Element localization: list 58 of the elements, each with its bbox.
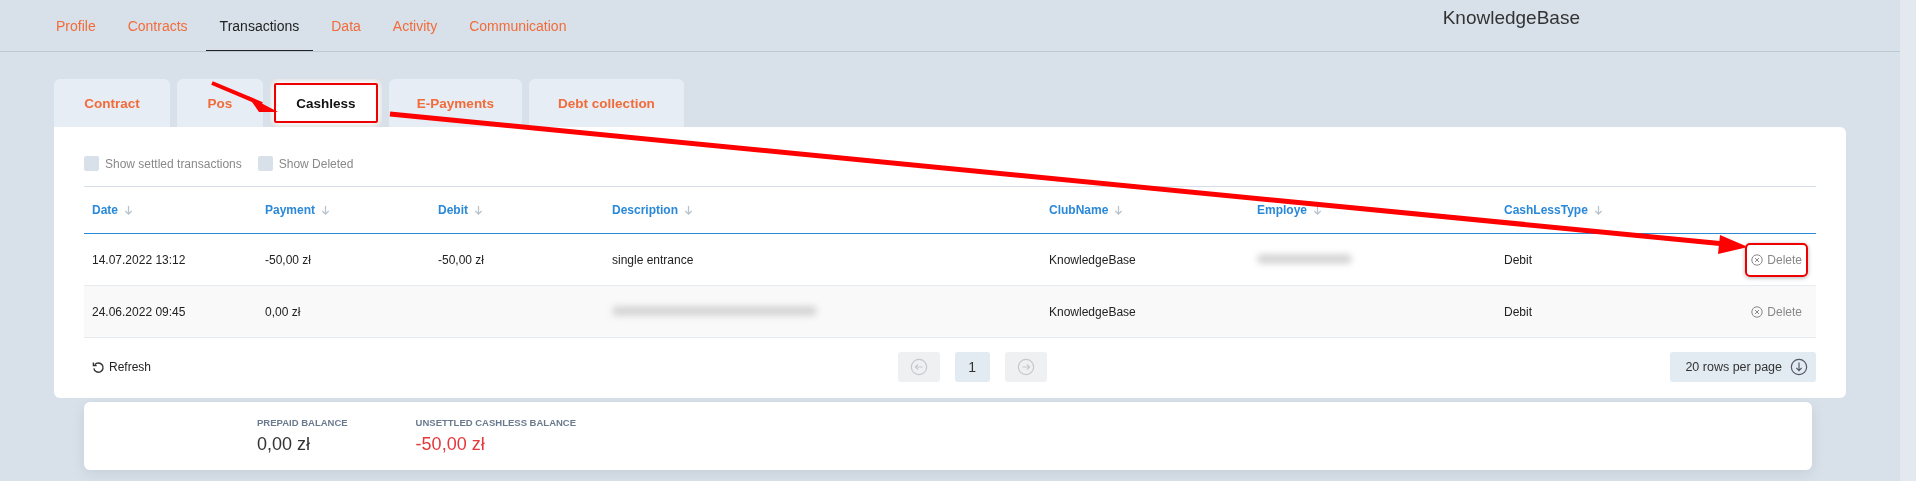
column-header[interactable]: Date [92,203,118,217]
checkbox[interactable] [84,156,99,171]
balance-value: 0,00 zł [257,434,312,455]
nav-tab[interactable]: Transactions [205,0,314,51]
table-cell: 14.07.2022 13:12 [92,252,186,267]
nav-tab[interactable]: Contracts [113,0,202,51]
scrollbar[interactable] [1900,0,1916,481]
column-header[interactable]: Payment [265,203,316,217]
right-arrow-circle-icon [1016,358,1035,376]
tab[interactable]: Contract [54,79,170,127]
table-cell: -50,00 zł [265,252,312,267]
table-cell: KnowledgeBase [1049,252,1136,267]
rows-per-page-dropdown[interactable]: 20 rows per page [1670,352,1816,382]
sort-arrow-icon[interactable] [1313,204,1322,216]
sort-arrow-icon[interactable] [684,204,693,216]
column-header[interactable]: ClubName [1049,203,1109,217]
refresh-button[interactable]: Refresh [84,360,160,374]
table-cell: -50,00 zł [438,252,485,267]
sort-arrow-icon[interactable] [474,204,483,216]
nav-tab[interactable]: Communication [455,0,581,51]
nav-tab[interactable]: Activity [378,0,452,51]
column-header[interactable]: Description [612,203,678,217]
nav-tab[interactable]: Profile [56,0,110,51]
home-club-name: KnowledgeBase [1442,7,1580,29]
left-arrow-circle-icon [909,358,928,376]
table-cell: Debit [1504,252,1532,267]
down-arrow-circle-icon [1790,358,1808,376]
balance-value: -50,00 zł [415,434,486,455]
tab[interactable]: Debt collection [529,79,684,127]
balance-label: PREPAID BALANCE [257,417,348,428]
tab[interactable]: Pos [177,79,263,127]
tab[interactable]: Cashless [270,79,382,127]
table-cell: Debit [1504,304,1532,319]
checkbox[interactable] [257,156,273,171]
page-button[interactable]: 1 [954,352,990,382]
sort-arrow-icon[interactable] [1114,204,1124,216]
table-cell: KnowledgeBase [1049,304,1136,319]
previous-page-button[interactable] [897,352,940,382]
sort-arrow-icon[interactable] [321,204,331,216]
checkbox-label: Show Deleted [278,156,354,171]
checkbox-label: Show settled transactions [105,156,242,171]
close-circle-icon [1751,253,1764,266]
nav-tab[interactable]: Data [317,0,375,51]
table-cell: single entrance [612,252,694,267]
tab[interactable]: E-Payments [389,79,522,127]
next-page-button[interactable] [1004,352,1047,382]
table-cell: 24.06.2022 09:45 [92,304,186,319]
column-header[interactable]: Employe [1257,203,1307,217]
sort-arrow-icon[interactable] [124,204,133,216]
column-header[interactable]: Debit [438,203,468,217]
sort-arrow-icon[interactable] [1593,204,1603,216]
refresh-icon [92,360,105,374]
close-circle-icon [1751,305,1764,318]
delete-button[interactable]: Delete [1745,242,1808,277]
balance-label: UNSETTLED CASHLESS BALANCE [415,417,577,428]
column-header[interactable]: CashLessType [1504,203,1588,217]
table-cell: 0,00 zł [265,304,301,319]
delete-button[interactable]: Delete [1745,294,1808,329]
